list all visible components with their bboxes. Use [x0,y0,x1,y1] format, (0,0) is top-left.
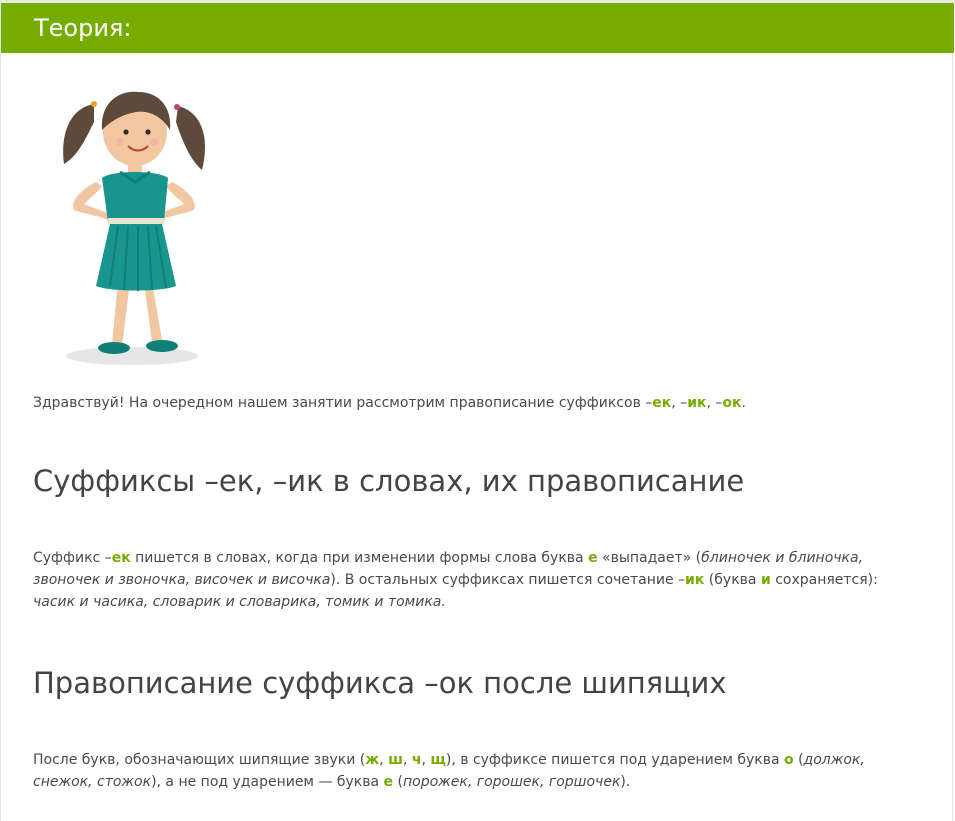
rule-text: ), в суффиксе пишется под ударением букв… [445,752,784,768]
intro-paragraph: Здравствуй! На очередном нашем занятии р… [33,392,923,414]
section1-heading: Суффиксы –ек, –ик в словах, их правописа… [33,464,745,498]
rule-text: После букв, обозначающих шипящие звуки ( [33,752,366,768]
letter-e: е [588,550,598,566]
intro-text: , – [706,395,723,411]
letter-zh: ж [365,752,380,768]
theory-title: Теория: [34,14,132,42]
section2-paragraph: После букв, обозначающих шипящие звуки (… [33,749,923,793]
suffix-ek: ек [111,550,131,566]
suffix-ik: ик [687,395,707,411]
letter-o: о [784,752,794,768]
rule-text: ( [793,752,804,768]
comma: , [402,752,412,768]
rule-text: ). В остальных суффиксах пишется сочетан… [330,572,686,588]
rule-text: ( [393,774,403,790]
rule-text: сохраняется): [770,572,878,588]
intro-text: , – [671,395,688,411]
letter-shch: щ [430,752,446,768]
cartoon-girl-illustration [63,91,205,365]
theory-header: Теория: [1,3,954,53]
letter-i: и [760,572,771,588]
suffix-ik: ик [685,572,705,588]
comma: , [379,752,389,768]
intro-text: . [741,395,746,411]
rule-text: «выпадает» ( [597,550,702,566]
section1-paragraph: Суффикс –ек пишется в словах, когда при … [33,547,923,613]
examples-ek-unstressed: порожек, горошек, горшочек [402,774,621,790]
suffix-ek: ек [652,395,672,411]
rule-text: ), а не под ударением — буква [151,774,384,790]
examples-ik: часик и часика, словарик и словарика, то… [33,594,446,610]
intro-text: Здравствуй! На очередном нашем занятии р… [33,395,653,411]
letter-sh: ш [388,752,403,768]
letter-e: е [383,774,394,790]
suffix-ok: ок [722,395,742,411]
rule-text: ). [620,774,631,790]
rule-text: Суффикс – [33,550,112,566]
rule-text: пишется в словах, когда при изменении фо… [130,550,589,566]
section2-heading: Правописание суффикса –ок после шипящих [33,666,727,700]
rule-text: (буква [704,572,761,588]
